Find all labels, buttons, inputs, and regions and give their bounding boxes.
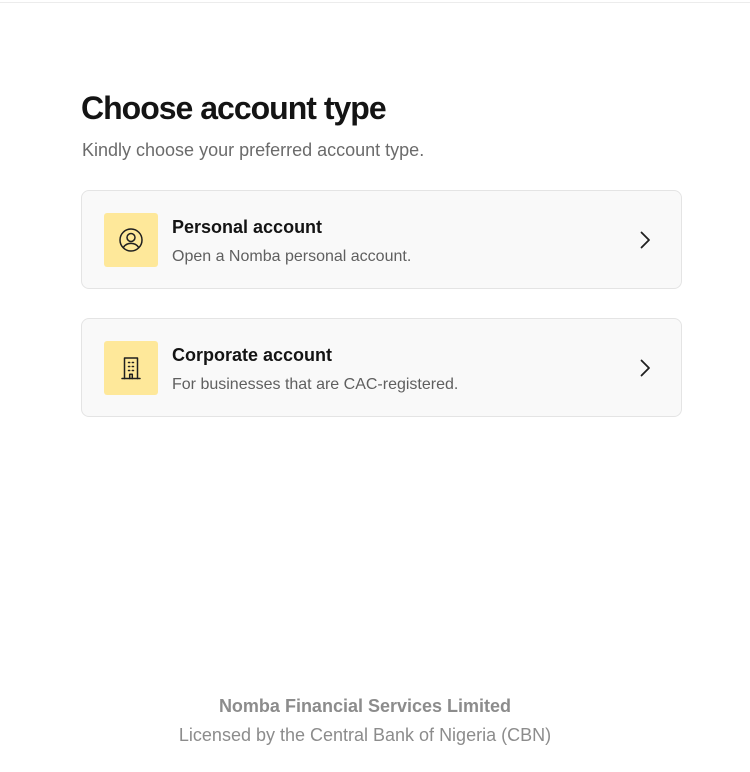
building-icon	[121, 357, 141, 380]
personal-account-title: Personal account	[172, 217, 323, 237]
account-type-selection: Choose account type Kindly choose your p…	[81, 88, 684, 417]
personal-account-option[interactable]: Personal account Open a Nomba personal a…	[81, 190, 682, 289]
chevron-right-icon	[640, 359, 650, 377]
footer-license-text: Licensed by the Central Bank of Nigeria …	[178, 725, 552, 745]
corporate-account-description: For businesses that are CAC-registered.	[172, 376, 459, 393]
chevron-right-icon	[640, 231, 650, 249]
personal-account-description: Open a Nomba personal account.	[172, 248, 412, 265]
corporate-account-option[interactable]: Corporate account For businesses that ar…	[81, 318, 682, 417]
footer: Nomba Financial Services Limited License…	[0, 694, 750, 747]
personal-account-icon-tile	[104, 213, 158, 267]
page-subtitle: Kindly choose your preferred account typ…	[82, 140, 425, 160]
top-divider	[0, 2, 750, 3]
page-title: Choose account type	[81, 90, 387, 126]
corporate-account-icon-tile	[104, 341, 158, 395]
user-circle-icon	[119, 228, 143, 252]
corporate-account-title: Corporate account	[172, 345, 333, 365]
footer-company-name: Nomba Financial Services Limited	[218, 696, 512, 716]
